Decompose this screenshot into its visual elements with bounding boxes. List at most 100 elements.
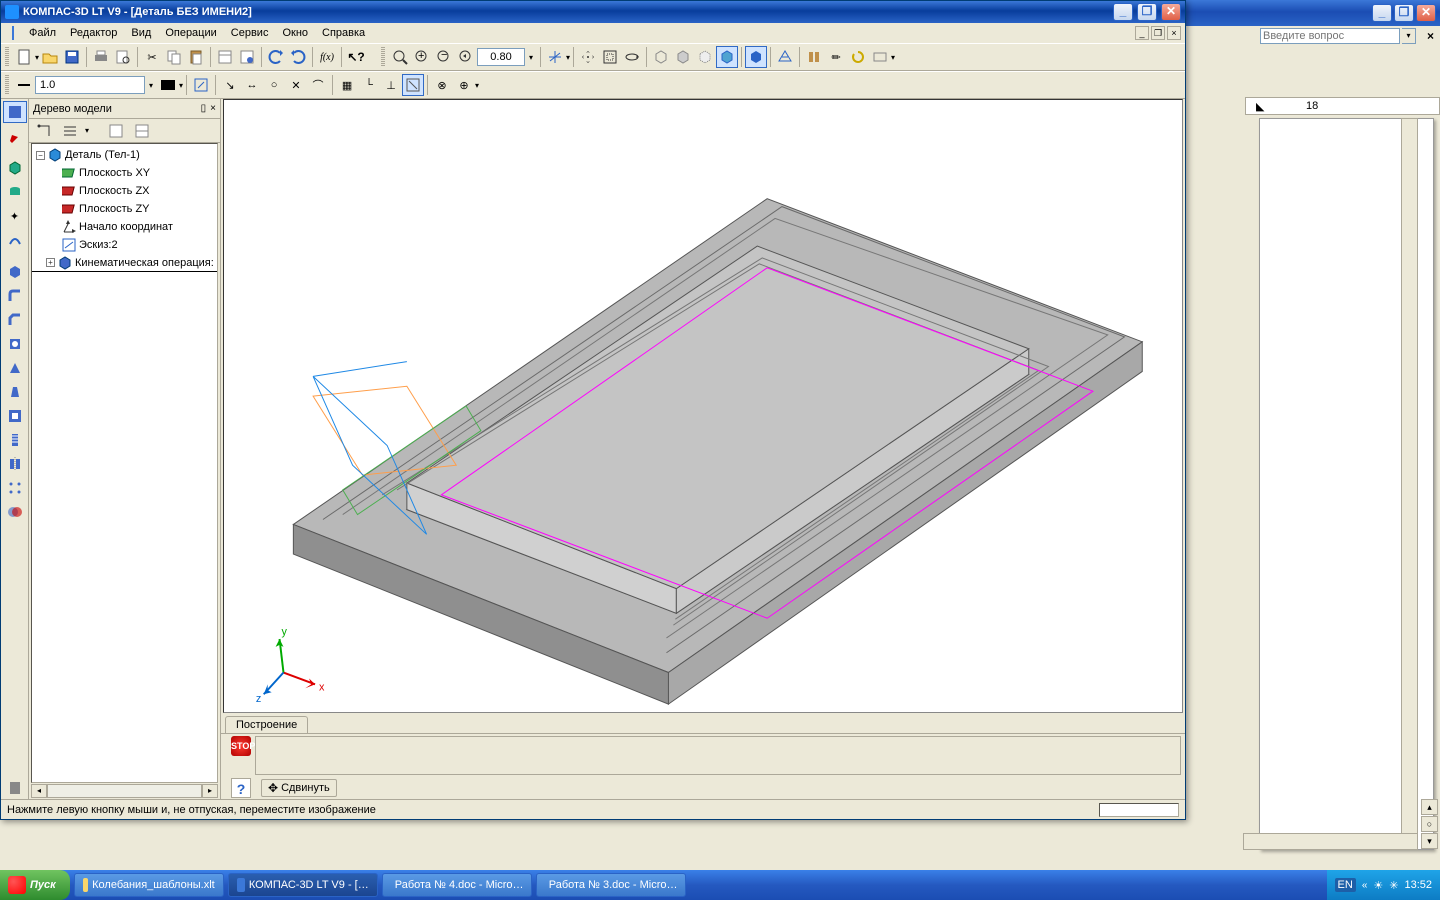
toolbar2-overflow-icon[interactable]: ▾ xyxy=(475,81,479,90)
variables-button[interactable]: f(x) xyxy=(316,46,338,68)
scroll-right-icon[interactable]: ▸ xyxy=(202,784,218,798)
redo-button[interactable] xyxy=(287,46,309,68)
thread-button[interactable] xyxy=(3,429,27,451)
zoom-fit-button[interactable] xyxy=(599,46,621,68)
tree-plane-xy[interactable]: Плоскость XY xyxy=(32,164,217,182)
save-button[interactable] xyxy=(61,46,83,68)
toolbar-grip-2[interactable] xyxy=(381,47,385,67)
menu-operations[interactable]: Операции xyxy=(159,25,222,41)
taskbar-item-0[interactable]: Колебания_шаблоны.xlt xyxy=(74,873,224,897)
kompas-minimize-button[interactable]: _ xyxy=(1113,3,1133,21)
local-cs-button[interactable]: └ xyxy=(358,74,380,96)
outer-restore-button[interactable]: ❐ xyxy=(1394,4,1414,22)
expand-toggle-icon[interactable]: − xyxy=(36,151,45,160)
hidden-lines-removed-button[interactable] xyxy=(672,46,694,68)
draft-button[interactable] xyxy=(3,381,27,403)
constraints-button[interactable]: ⊕ xyxy=(453,74,475,96)
toolbar-grip-3[interactable] xyxy=(5,75,9,95)
chamfer-button[interactable] xyxy=(3,309,27,331)
shell-button[interactable] xyxy=(3,405,27,427)
kompas-close-button[interactable]: ✕ xyxy=(1161,3,1181,21)
panel-title-bar[interactable]: Дерево модели ▯ × xyxy=(29,99,220,119)
stop-button[interactable]: STOP xyxy=(231,736,251,756)
wireframe-button[interactable] xyxy=(650,46,672,68)
zoom-in-button[interactable]: + xyxy=(411,46,433,68)
prev-page-icon[interactable]: ▴ xyxy=(1421,799,1438,815)
help-search-input[interactable] xyxy=(1260,28,1400,44)
outer-scrollbar-vertical[interactable] xyxy=(1401,118,1418,850)
tree-prop1-button[interactable] xyxy=(105,120,127,142)
palette-collapse-button[interactable] xyxy=(3,777,27,799)
tree-build-button[interactable] xyxy=(33,120,55,142)
parametric-button[interactable]: ⊗ xyxy=(431,74,453,96)
cut-button[interactable]: ✂ xyxy=(141,46,163,68)
browse-object-icon[interactable]: ○ xyxy=(1421,816,1438,832)
outer-minimize-button[interactable]: _ xyxy=(1372,4,1392,22)
print-button[interactable] xyxy=(90,46,112,68)
open-button[interactable] xyxy=(39,46,61,68)
perspective-button[interactable] xyxy=(774,46,796,68)
next-page-icon[interactable]: ▾ xyxy=(1421,833,1438,849)
toolbar-extra-button[interactable] xyxy=(869,46,891,68)
print-preview-button[interactable] xyxy=(112,46,134,68)
zoom-previous-button[interactable] xyxy=(455,46,477,68)
menu-file[interactable]: Файл xyxy=(23,25,62,41)
pan-button[interactable] xyxy=(577,46,599,68)
extrude-button[interactable] xyxy=(3,157,27,179)
scale-dropdown-icon[interactable]: ▾ xyxy=(145,81,157,90)
color-dropdown-icon[interactable]: ▾ xyxy=(179,81,183,90)
clock[interactable]: 13:52 xyxy=(1404,879,1432,891)
undo-button[interactable] xyxy=(265,46,287,68)
help-dropdown-icon[interactable]: ▾ xyxy=(1402,28,1416,44)
mdi-minimize-button[interactable]: _ xyxy=(1135,26,1149,40)
snap-mid-button[interactable]: ↔ xyxy=(241,74,263,96)
grid-button[interactable]: ▦ xyxy=(336,74,358,96)
revolve-button[interactable] xyxy=(3,181,27,203)
sketch-button[interactable] xyxy=(190,74,212,96)
snap-intersect-button[interactable]: ✕ xyxy=(285,74,307,96)
snap-center-button[interactable]: ○ xyxy=(263,74,285,96)
tray-icon-2[interactable]: ✳ xyxy=(1389,879,1398,892)
toolbar-grip[interactable] xyxy=(5,47,9,67)
boolean-button[interactable] xyxy=(3,501,27,523)
properties-button[interactable] xyxy=(214,46,236,68)
tree-root-item[interactable]: − Деталь (Тел-1) xyxy=(32,146,217,164)
tree-plane-zx[interactable]: Плоскость ZX xyxy=(32,182,217,200)
zoom-window-button[interactable] xyxy=(389,46,411,68)
panel-scrollbar[interactable]: ◂ ▸ xyxy=(31,783,218,799)
menu-help[interactable]: Справка xyxy=(316,25,371,41)
fillet-button[interactable] xyxy=(3,285,27,307)
mirror-button[interactable] xyxy=(3,453,27,475)
mdi-close-button[interactable]: × xyxy=(1167,26,1181,40)
tree-kinematic-op[interactable]: + Кинематическая операция: xyxy=(32,254,217,272)
zoom-out-button[interactable]: − xyxy=(433,46,455,68)
expand-toggle-icon[interactable]: + xyxy=(46,258,55,267)
hybrid-button[interactable]: ✦ xyxy=(3,205,27,227)
shaded-wire-button[interactable] xyxy=(716,46,738,68)
start-button[interactable]: Пуск xyxy=(0,870,70,900)
tree-plane-zy[interactable]: Плоскость ZY xyxy=(32,200,217,218)
rotate-button[interactable] xyxy=(621,46,643,68)
snap-end-button[interactable]: ↘ xyxy=(219,74,241,96)
outer-scrollbar-horizontal[interactable] xyxy=(1243,833,1418,850)
hidden-lines-thin-button[interactable] xyxy=(694,46,716,68)
shaded-button[interactable] xyxy=(745,46,767,68)
zoom-scale-input[interactable] xyxy=(477,48,525,66)
new-document-button[interactable] xyxy=(13,46,35,68)
outer-close-button[interactable]: ✕ xyxy=(1416,4,1436,22)
taskbar-item-1[interactable]: КОМПАС-3D LT V9 - [… xyxy=(228,873,378,897)
zoom-dropdown-icon[interactable]: ▾ xyxy=(525,53,537,62)
model-tree[interactable]: − Деталь (Тел-1) Плоскость XY Плоскость … xyxy=(31,143,218,783)
highlight-button[interactable]: ✏ xyxy=(825,46,847,68)
taskbar-item-2[interactable]: Работа № 4.doc - Micro… xyxy=(382,873,532,897)
3d-viewport[interactable]: x y z xyxy=(223,99,1183,713)
sweep-button[interactable] xyxy=(3,229,27,251)
scroll-left-icon[interactable]: ◂ xyxy=(31,784,47,798)
hole-button[interactable] xyxy=(3,333,27,355)
kompas-restore-button[interactable]: ❐ xyxy=(1137,3,1157,21)
language-indicator[interactable]: EN xyxy=(1335,878,1356,892)
toolbar-overflow-icon[interactable]: ▾ xyxy=(891,53,895,62)
paste-button[interactable] xyxy=(185,46,207,68)
geometry-mode-button[interactable] xyxy=(3,101,27,123)
menu-service[interactable]: Сервис xyxy=(225,25,275,41)
